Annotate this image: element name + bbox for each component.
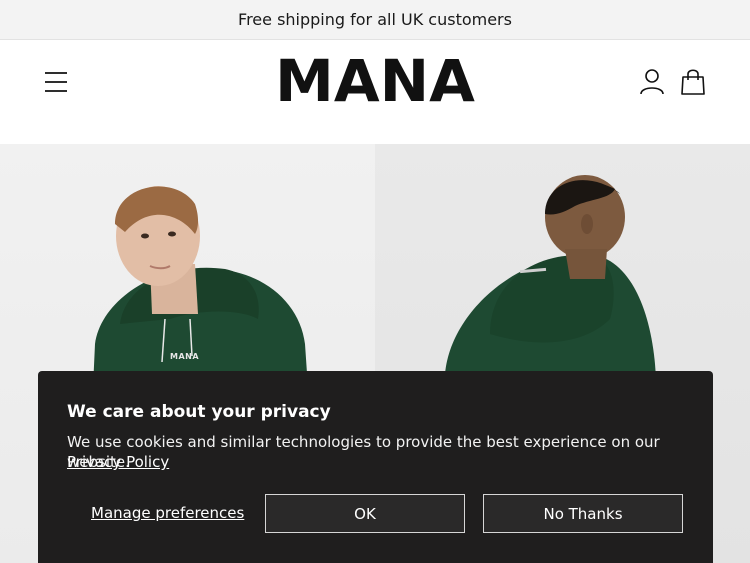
cookie-title: We care about your privacy: [67, 402, 331, 422]
manage-preferences-link[interactable]: Manage preferences: [91, 504, 244, 522]
user-icon: [640, 69, 664, 95]
cookie-consent-banner: We care about your privacy We use cookie…: [38, 371, 713, 563]
hoodie-print: MANA: [170, 352, 200, 361]
shopping-bag-icon: [681, 69, 705, 95]
cart-button[interactable]: [680, 68, 706, 96]
no-thanks-button[interactable]: No Thanks: [483, 494, 683, 533]
brand-logo[interactable]: MANA: [0, 49, 750, 113]
account-button[interactable]: [639, 68, 665, 96]
announcement-bar: Free shipping for all UK customers: [0, 0, 750, 40]
privacy-policy-link[interactable]: Privacy Policy: [67, 452, 169, 472]
ok-button[interactable]: OK: [265, 494, 465, 533]
announcement-text: Free shipping for all UK customers: [238, 10, 512, 29]
site-header: MANA: [0, 40, 750, 144]
